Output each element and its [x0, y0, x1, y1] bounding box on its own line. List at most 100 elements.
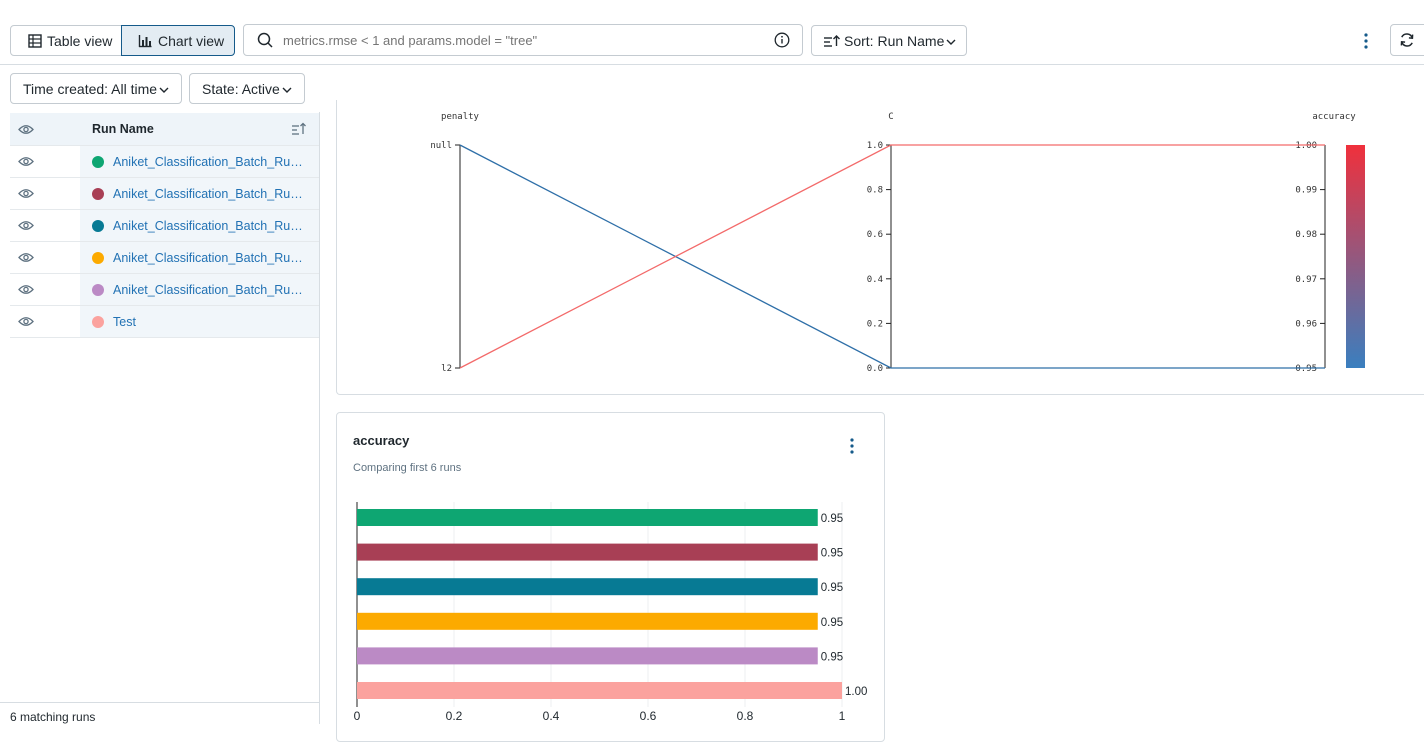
run-row[interactable]: Aniket_Classification_Batch_Run_16...: [10, 178, 319, 210]
run-color-dot: [92, 251, 104, 264]
run-row[interactable]: Aniket_Classification_Batch_Run_16...: [10, 210, 319, 242]
run-list-header: Run Name: [10, 113, 319, 146]
run-name-link[interactable]: Aniket_Classification_Batch_Run_16...: [113, 283, 309, 297]
series-line: [459, 144, 1325, 369]
bar-value-label: 0.95: [821, 548, 843, 560]
table-view-button[interactable]: Table view: [10, 25, 122, 56]
chevron-down-icon: [282, 87, 292, 93]
bar-chart-icon: [138, 34, 152, 47]
sort-dropdown[interactable]: Sort: Run Name: [811, 25, 967, 56]
eye-icon: [18, 189, 34, 198]
run-name-link[interactable]: Aniket_Classification_Batch_Run_16...: [113, 219, 309, 233]
visibility-toggle[interactable]: [10, 274, 42, 305]
bar[interactable]: [357, 543, 818, 561]
bar-card-title: accuracy: [353, 433, 410, 448]
x-tick-label: 0.2: [446, 709, 463, 723]
run-row[interactable]: Aniket_Classification_Batch_Run_16...: [10, 146, 319, 178]
run-name-link[interactable]: Test: [113, 315, 136, 329]
axis-title: penalty: [441, 112, 480, 122]
table-icon: [28, 33, 42, 48]
run-color-dot: [92, 315, 104, 328]
accuracy-tick-label: 1.00: [1295, 141, 1317, 151]
run-color-dot: [92, 219, 104, 232]
run-row[interactable]: Test: [10, 306, 319, 338]
x-tick-label: 0.6: [640, 709, 657, 723]
card-menu-icon[interactable]: [849, 438, 855, 454]
accuracy-tick-label: 0.97: [1295, 275, 1317, 285]
toolbar-divider: [0, 64, 1424, 65]
run-name-column-header[interactable]: Run Name: [92, 122, 154, 136]
eye-icon: [18, 285, 34, 294]
sort-ascending-icon[interactable]: [291, 122, 307, 135]
chevron-down-icon: [946, 39, 956, 45]
more-options-icon[interactable]: [1363, 33, 1369, 49]
table-view-label: Table view: [47, 32, 113, 49]
bar[interactable]: [357, 612, 818, 630]
x-tick-label: 1: [839, 709, 846, 723]
bar-value-label: 0.95: [821, 513, 843, 525]
eye-icon: [18, 253, 34, 262]
axis-title: accuracy: [1312, 112, 1356, 122]
time-created-label: Time created: All time: [23, 80, 158, 97]
accuracy-bar-chart: 0 0.2 0.4 0.6 0.8 1 0.95 0.95 0.95 0.95 0.95 1.00: [354, 502, 867, 723]
accuracy-tick-label: 0.99: [1295, 186, 1317, 196]
bar[interactable]: [357, 682, 842, 699]
chart-view-button[interactable]: Chart view: [121, 25, 235, 56]
accuracy-tick-label: 0.95: [1295, 364, 1317, 374]
visibility-toggle[interactable]: [10, 210, 42, 241]
visibility-toggle-all[interactable]: [10, 113, 42, 145]
c-tick-label: 0.2: [867, 319, 883, 329]
run-color-dot: [92, 187, 104, 200]
search-icon: [257, 32, 273, 48]
eye-icon: [18, 124, 34, 134]
bar-value-label: 1.00: [845, 686, 867, 698]
c-tick-label: 0.8: [867, 186, 883, 196]
bar[interactable]: [357, 509, 818, 526]
bar-value-label: 0.95: [821, 617, 843, 629]
sort-ascending-icon: [824, 34, 840, 47]
run-name-link[interactable]: Aniket_Classification_Batch_Run_16...: [113, 251, 309, 265]
eye-icon: [18, 221, 34, 230]
search-input[interactable]: [281, 31, 765, 49]
x-tick-label: 0.4: [543, 709, 560, 723]
search-box[interactable]: [243, 24, 803, 56]
state-filter[interactable]: State: Active: [189, 73, 305, 104]
penalty-tick-label: null: [430, 141, 452, 151]
visibility-toggle[interactable]: [10, 146, 42, 177]
run-color-dot: [92, 283, 104, 296]
run-row[interactable]: Aniket_Classification_Batch_Run_16...: [10, 274, 319, 306]
matching-runs-count: 6 matching runs: [10, 710, 96, 724]
parallel-coordinates-chart: penalty Caccuracy null l2 1.0 0.8 0.6 0.4 0.2 0.0…: [430, 112, 1365, 374]
visibility-toggle[interactable]: [10, 306, 42, 337]
color-scale-bar: [1346, 145, 1365, 368]
run-name-link[interactable]: Aniket_Classification_Batch_Run_16...: [113, 187, 309, 201]
bar-value-label: 0.95: [821, 651, 843, 663]
eye-icon: [18, 157, 34, 166]
visibility-toggle[interactable]: [10, 178, 42, 209]
visibility-toggle[interactable]: [10, 242, 42, 273]
c-tick-label: 0.4: [867, 275, 883, 285]
chart-view-label: Chart view: [158, 32, 225, 49]
run-color-dot: [92, 155, 104, 168]
bar-card-subtitle: Comparing first 6 runs: [353, 462, 462, 474]
info-icon[interactable]: [774, 32, 790, 48]
state-label: State: Active: [202, 80, 280, 97]
x-tick-label: 0: [354, 709, 361, 723]
x-tick-label: 0.8: [737, 709, 754, 723]
run-list-divider: [319, 112, 320, 724]
bar[interactable]: [357, 647, 818, 665]
time-created-filter[interactable]: Time created: All time: [10, 73, 182, 104]
c-tick-label: 1.0: [867, 141, 883, 151]
bar[interactable]: [357, 578, 818, 596]
series-line: [459, 144, 1325, 369]
accuracy-tick-label: 0.96: [1295, 319, 1317, 329]
refresh-button[interactable]: [1390, 24, 1424, 56]
eye-icon: [18, 317, 34, 326]
run-name-link[interactable]: Aniket_Classification_Batch_Run_16...: [113, 155, 309, 169]
sort-label: Sort: Run Name: [844, 32, 945, 49]
run-row[interactable]: Aniket_Classification_Batch_Run_16...: [10, 242, 319, 274]
c-tick-label: 0.0: [867, 364, 883, 374]
penalty-tick-label: l2: [441, 364, 452, 374]
bar-value-label: 0.95: [821, 582, 843, 594]
refresh-icon: [1400, 33, 1414, 47]
